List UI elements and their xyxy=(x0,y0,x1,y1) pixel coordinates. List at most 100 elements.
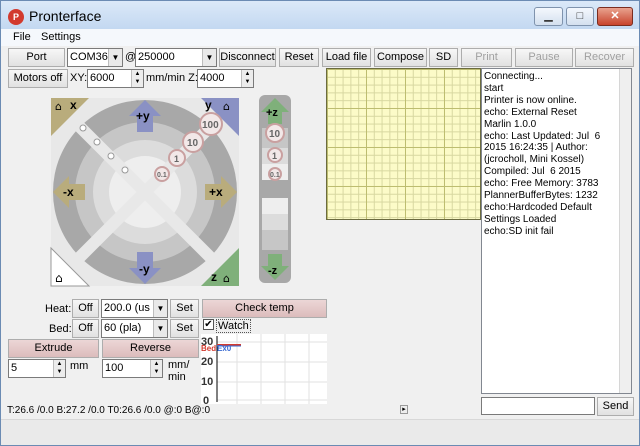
menu-file[interactable]: File xyxy=(13,31,31,43)
chevron-down-icon: ▼ xyxy=(153,320,167,337)
xy-label: XY: xyxy=(70,72,88,84)
minus-x-label: -x xyxy=(63,185,74,199)
menu-bar: File Settings xyxy=(1,29,639,46)
heat-set-button[interactable]: Set xyxy=(170,299,199,318)
console-line: echo: Free Memory: 3783 xyxy=(484,178,599,190)
z-step-0-1-label: 0.1 xyxy=(270,172,280,179)
xy-feedrate-value: 6000 xyxy=(90,72,115,84)
minus-y-label: -y xyxy=(139,262,150,276)
console-line: 2015 16:24:35 | Author: xyxy=(484,142,588,154)
extrude-speed-unit-line2: min xyxy=(168,371,186,383)
z-step-10-down-zone[interactable] xyxy=(262,230,288,250)
console-line: echo:SD init fail xyxy=(484,225,554,237)
pronterface-app-icon: P xyxy=(8,9,24,25)
z-feedrate-spinner[interactable]: 4000 ▲ ▼ xyxy=(197,69,254,88)
console-line: Marlin 1.0.0 xyxy=(484,118,537,130)
bed-temp-value: 60 (pla) xyxy=(104,322,142,334)
spin-arrows-icon: ▲ ▼ xyxy=(131,70,143,87)
close-button[interactable]: ✕ xyxy=(597,7,633,26)
motors-off-button[interactable]: Motors off xyxy=(8,69,68,88)
extrude-speed-value: 100 xyxy=(105,362,124,374)
home-icon: ⌂ xyxy=(55,100,62,113)
home-icon: ⌂ xyxy=(223,272,230,285)
recover-button[interactable]: Recover xyxy=(575,48,634,67)
plus-y-label: +y xyxy=(136,109,150,123)
chevron-down-icon: ▼ xyxy=(153,300,167,317)
console-line: echo: Last Updated: Jul 6 xyxy=(484,130,601,142)
minus-z-label: -z xyxy=(268,265,278,277)
temp-tick-10: 10 xyxy=(201,376,213,388)
console-line: echo: External Reset xyxy=(484,106,577,118)
bed-set-button[interactable]: Set xyxy=(170,319,199,338)
step-marker xyxy=(93,138,101,146)
step-1-label: 1 xyxy=(174,154,179,164)
temperature-graph: 30 20 10 0 Bed Ex0 xyxy=(201,334,327,404)
step-marker xyxy=(121,166,129,174)
print-button[interactable]: Print xyxy=(461,48,512,67)
load-file-button[interactable]: Load file xyxy=(322,48,371,67)
watch-label: Watch xyxy=(216,319,251,333)
baud-select[interactable]: 250000 ▼ xyxy=(135,48,217,67)
home-icon: ⌂ xyxy=(223,100,230,113)
home-z-label: z xyxy=(211,270,217,284)
compose-button[interactable]: Compose xyxy=(374,48,427,67)
bed-temp-select[interactable]: 60 (pla) ▼ xyxy=(101,319,168,338)
baud-select-value: 250000 xyxy=(138,51,175,63)
main-window: P Pronterface ▁ □ ✕ File Settings Port C… xyxy=(0,0,640,446)
bed-off-button[interactable]: Off xyxy=(72,319,99,338)
z-step-1-down-zone[interactable] xyxy=(262,214,288,230)
home-x-label: x xyxy=(70,98,77,112)
extrude-button[interactable]: Extrude xyxy=(8,339,99,358)
plus-x-label: +x xyxy=(209,185,223,199)
port-select[interactable]: COM36 ▼ xyxy=(67,48,123,67)
heat-temp-select[interactable]: 200.0 (us ▼ xyxy=(101,299,168,318)
z-step-1-label: 1 xyxy=(272,151,277,161)
menu-settings[interactable]: Settings xyxy=(41,31,81,43)
step-10-label: 10 xyxy=(187,138,199,149)
console-log[interactable]: Connecting... start Printer is now online.… xyxy=(481,68,632,394)
pause-button[interactable]: Pause xyxy=(515,48,573,67)
check-temp-button[interactable]: Check temp xyxy=(202,299,327,318)
step-100-label: 100 xyxy=(202,120,219,131)
chevron-down-icon: ▼ xyxy=(108,49,122,66)
watch-checkbox[interactable]: ✔ xyxy=(203,319,214,330)
mm-min-z-label: mm/min Z: xyxy=(146,72,198,84)
port-button[interactable]: Port xyxy=(8,48,65,67)
console-line: Connecting... xyxy=(484,71,543,82)
maximize-button[interactable]: □ xyxy=(566,7,594,26)
spin-arrows-icon: ▲ ▼ xyxy=(53,360,65,377)
extrude-length-unit: mm xyxy=(70,360,89,372)
console-line: Settings Loaded xyxy=(484,213,557,225)
temp-tick-20: 20 xyxy=(201,356,213,368)
sd-button[interactable]: SD xyxy=(429,48,458,67)
extrude-speed-spinner[interactable]: 100 ▲ ▼ xyxy=(102,359,163,378)
console-line: Compiled: Jul 6 2015 xyxy=(484,166,581,178)
home-icon: ⌂ xyxy=(55,271,63,285)
console-scrollbar[interactable] xyxy=(619,69,631,393)
xy-jog-control[interactable]: ⌂ x y ⌂ ⌂ z ⌂ +y -y -x +x 100 10 1 0.1 xyxy=(45,92,245,292)
step-marker xyxy=(107,152,115,160)
z-step-10-label: 10 xyxy=(269,129,281,140)
extrude-length-spinner[interactable]: 5 ▲ ▼ xyxy=(8,359,66,378)
z-jog-control[interactable]: +z -z 10 1 0.1 xyxy=(258,94,292,284)
z-step-0-1-down-zone[interactable] xyxy=(262,198,288,214)
bed-label: Bed: xyxy=(49,323,72,335)
command-input[interactable] xyxy=(481,397,595,415)
send-button[interactable]: Send xyxy=(597,397,634,416)
step-0-1-label: 0.1 xyxy=(157,172,167,179)
minimize-button[interactable]: ▁ xyxy=(534,7,563,26)
reverse-button[interactable]: Reverse xyxy=(102,339,199,358)
plus-z-label: +z xyxy=(266,107,278,119)
console-line: Printer is now online. xyxy=(484,94,577,106)
legend-bed: Bed xyxy=(201,344,216,353)
window-title: Pronterface xyxy=(29,8,102,24)
disconnect-button[interactable]: Disconnect xyxy=(219,48,276,67)
console-line: (jcrocholl, Mini Kossel) xyxy=(484,154,585,166)
heat-off-button[interactable]: Off xyxy=(72,299,99,318)
home-y-label: y xyxy=(205,98,212,112)
xy-feedrate-spinner[interactable]: 6000 ▲ ▼ xyxy=(87,69,144,88)
print-bed-preview[interactable] xyxy=(326,68,481,220)
extrude-speed-unit-line1: mm/ xyxy=(168,359,190,371)
resize-grip-icon[interactable]: ▸ xyxy=(400,405,408,414)
reset-button[interactable]: Reset xyxy=(279,48,319,67)
